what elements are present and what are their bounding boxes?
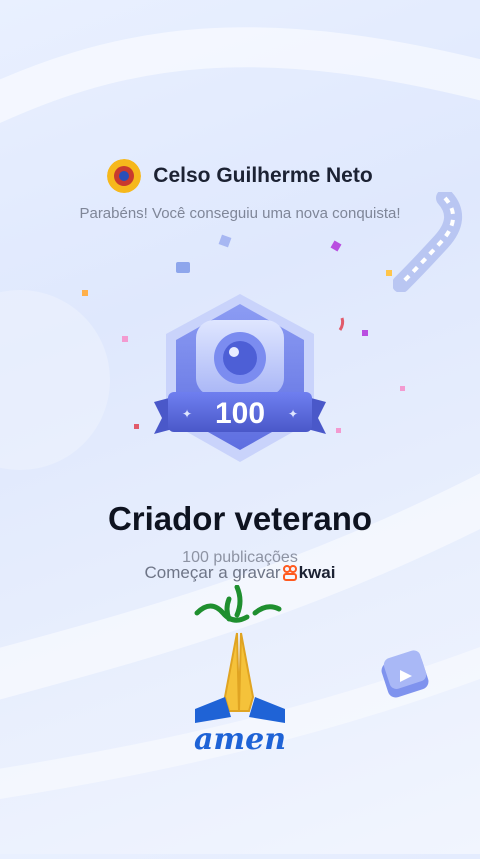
- achievement-title: Criador veterano: [107, 500, 373, 537]
- screen: { "header": { "username": "Celso Guilher…: [0, 0, 480, 854]
- svg-text:✦: ✦: [182, 407, 192, 421]
- kwai-logo: kwai: [282, 563, 336, 583]
- play-icon: [381, 650, 429, 698]
- avatar[interactable]: [107, 159, 142, 193]
- kwai-logo-icon: [282, 565, 297, 581]
- camera-icon: [196, 320, 284, 396]
- badge-number: 100: [215, 397, 265, 430]
- film-strip-icon: [393, 192, 462, 292]
- start-recording-label: Começar a gravar: [144, 563, 281, 582]
- kwai-brand-text: kwai: [298, 563, 336, 582]
- user-header: Celso Guilherme Neto: [0, 158, 480, 194]
- svg-text:✦: ✦: [288, 407, 298, 421]
- start-recording-link[interactable]: Começar a gravar kwai: [0, 563, 480, 583]
- username: Celso Guilherme Neto: [153, 164, 373, 187]
- achievement-badge: ✦ ✦ 100: [154, 294, 326, 462]
- amen-text: amen: [193, 722, 287, 757]
